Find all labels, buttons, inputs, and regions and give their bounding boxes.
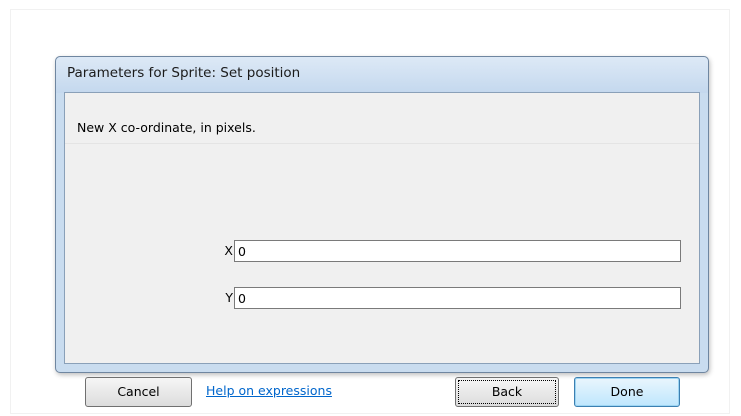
y-input[interactable] xyxy=(234,287,681,309)
description-divider xyxy=(65,143,699,144)
help-on-expressions-link[interactable]: Help on expressions xyxy=(206,383,332,398)
x-input[interactable] xyxy=(234,240,681,262)
dialog-titlebar[interactable]: Parameters for Sprite: Set position xyxy=(56,57,708,93)
back-button[interactable]: Back xyxy=(455,377,559,407)
dialog-body: New X co-ordinate, in pixels. X Y Cancel… xyxy=(64,92,700,407)
y-label: Y xyxy=(225,290,233,305)
dialog-title: Parameters for Sprite: Set position xyxy=(67,65,301,81)
parameters-dialog: Parameters for Sprite: Set position New … xyxy=(55,56,709,407)
parameter-description: New X co-ordinate, in pixels. xyxy=(77,120,256,135)
done-button[interactable]: Done xyxy=(574,377,680,407)
x-label: X xyxy=(224,243,233,258)
cancel-button[interactable]: Cancel xyxy=(85,377,192,407)
